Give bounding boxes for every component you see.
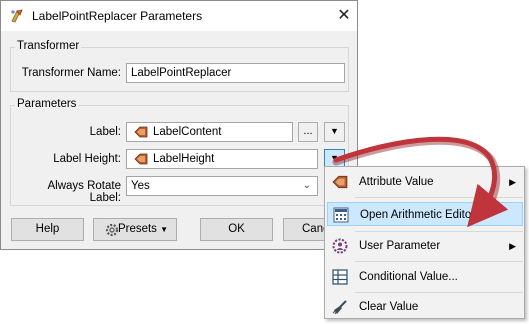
annotation-arrow: [332, 136, 509, 228]
